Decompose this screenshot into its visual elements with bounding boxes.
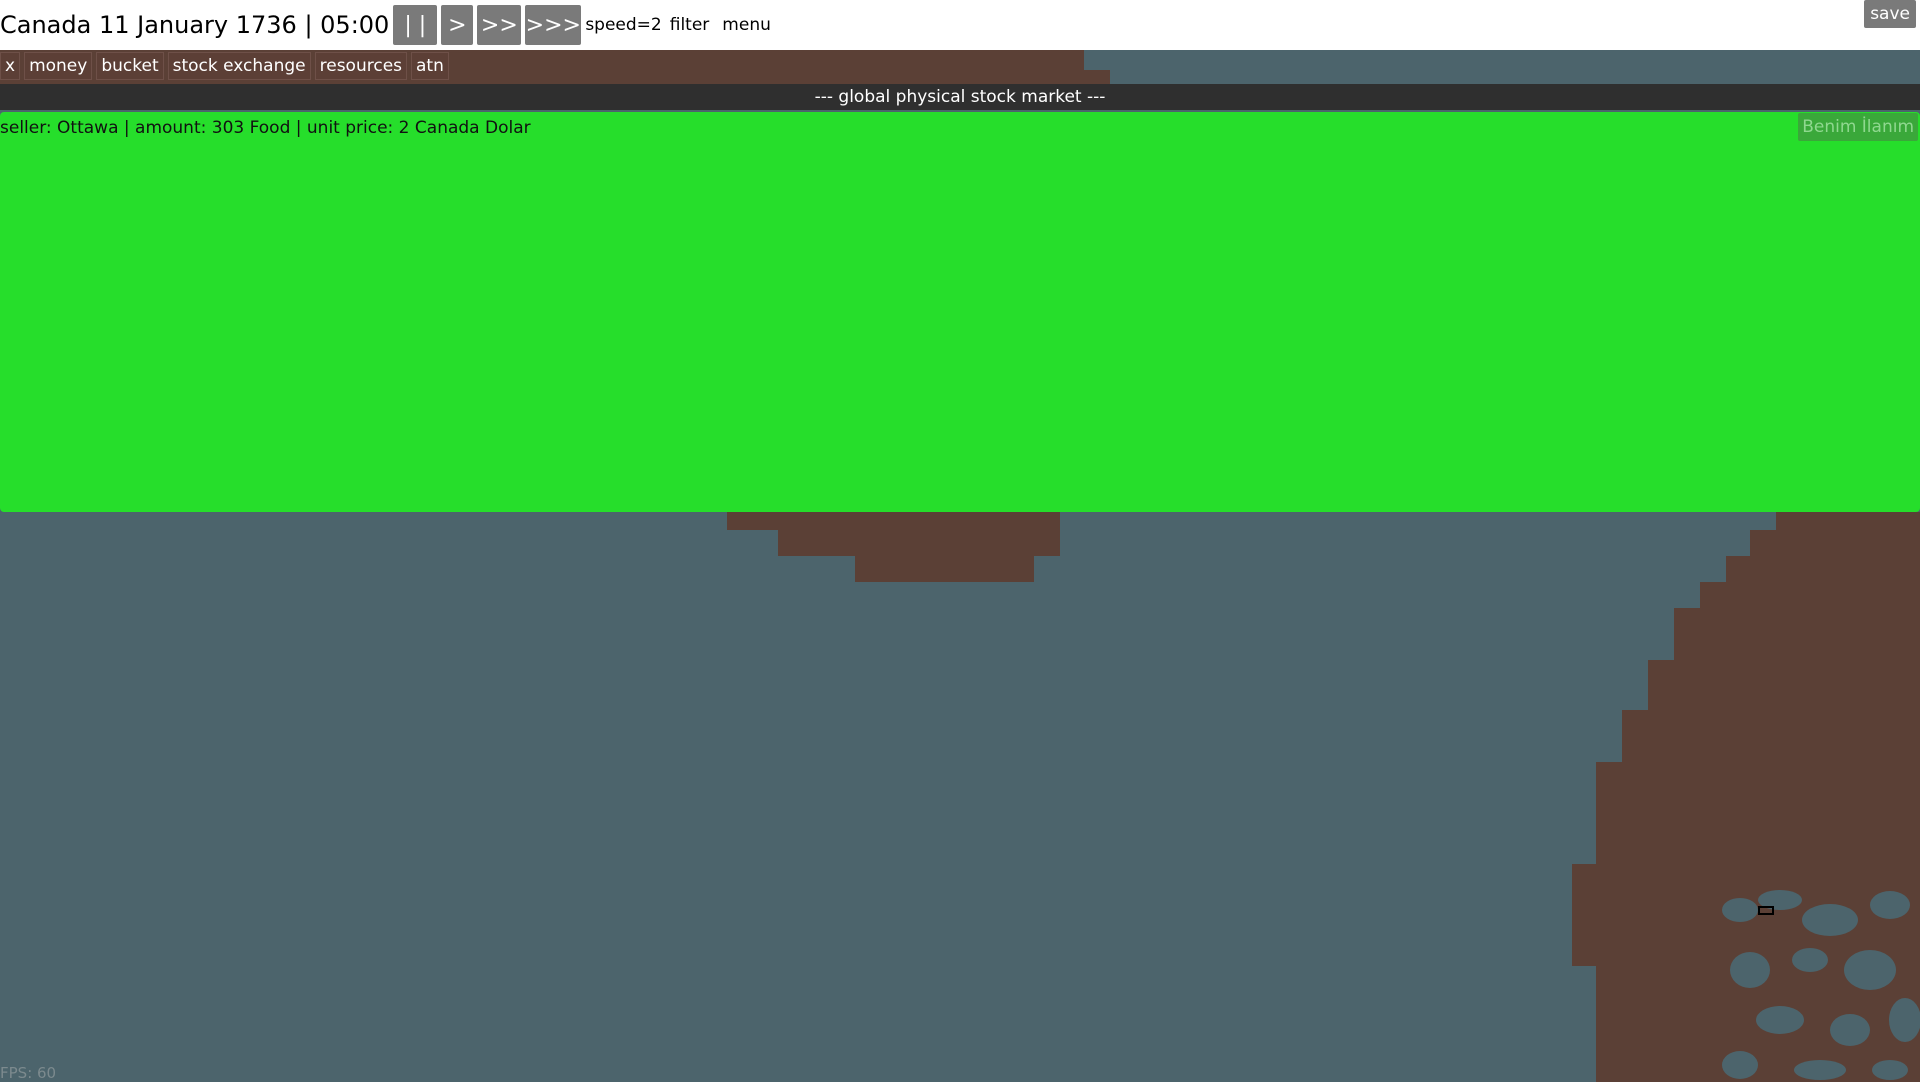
tab-resources[interactable]: resources	[314, 52, 408, 80]
save-button[interactable]: save	[1864, 0, 1916, 28]
tab-atn[interactable]: atn	[411, 52, 449, 80]
market-title: --- global physical stock market ---	[814, 87, 1106, 107]
tab-stock-exchange[interactable]: stock exchange	[167, 52, 311, 80]
fast-forward-button[interactable]: >>	[477, 5, 522, 45]
speed-indicator: speed=2	[585, 15, 662, 35]
pause-button[interactable]: | |	[393, 5, 438, 45]
my-listing-button[interactable]: Benim İlanım	[1798, 113, 1918, 141]
tab-bar: x money bucket stock exchange resources …	[0, 52, 453, 80]
fastest-forward-button[interactable]: >>>	[525, 5, 582, 45]
market-listing[interactable]: seller: Ottawa | amount: 303 Food | unit…	[0, 118, 531, 138]
tab-close[interactable]: x	[0, 52, 21, 80]
market-header: --- global physical stock market ---	[0, 84, 1920, 110]
filter-button[interactable]: filter	[670, 15, 710, 35]
fps-counter: FPS: 60	[0, 1064, 57, 1082]
play-button[interactable]: >	[441, 5, 474, 45]
market-panel: seller: Ottawa | amount: 303 Food | unit…	[0, 112, 1920, 512]
minimap[interactable]	[1720, 880, 1920, 1082]
top-bar: Canada 11 January 1736 | 05:00 | | > >> …	[0, 0, 1920, 50]
date-display: Canada 11 January 1736 | 05:00	[0, 11, 390, 39]
tab-money[interactable]: money	[24, 52, 93, 80]
tab-bucket[interactable]: bucket	[96, 52, 164, 80]
menu-button[interactable]: menu	[722, 15, 771, 35]
